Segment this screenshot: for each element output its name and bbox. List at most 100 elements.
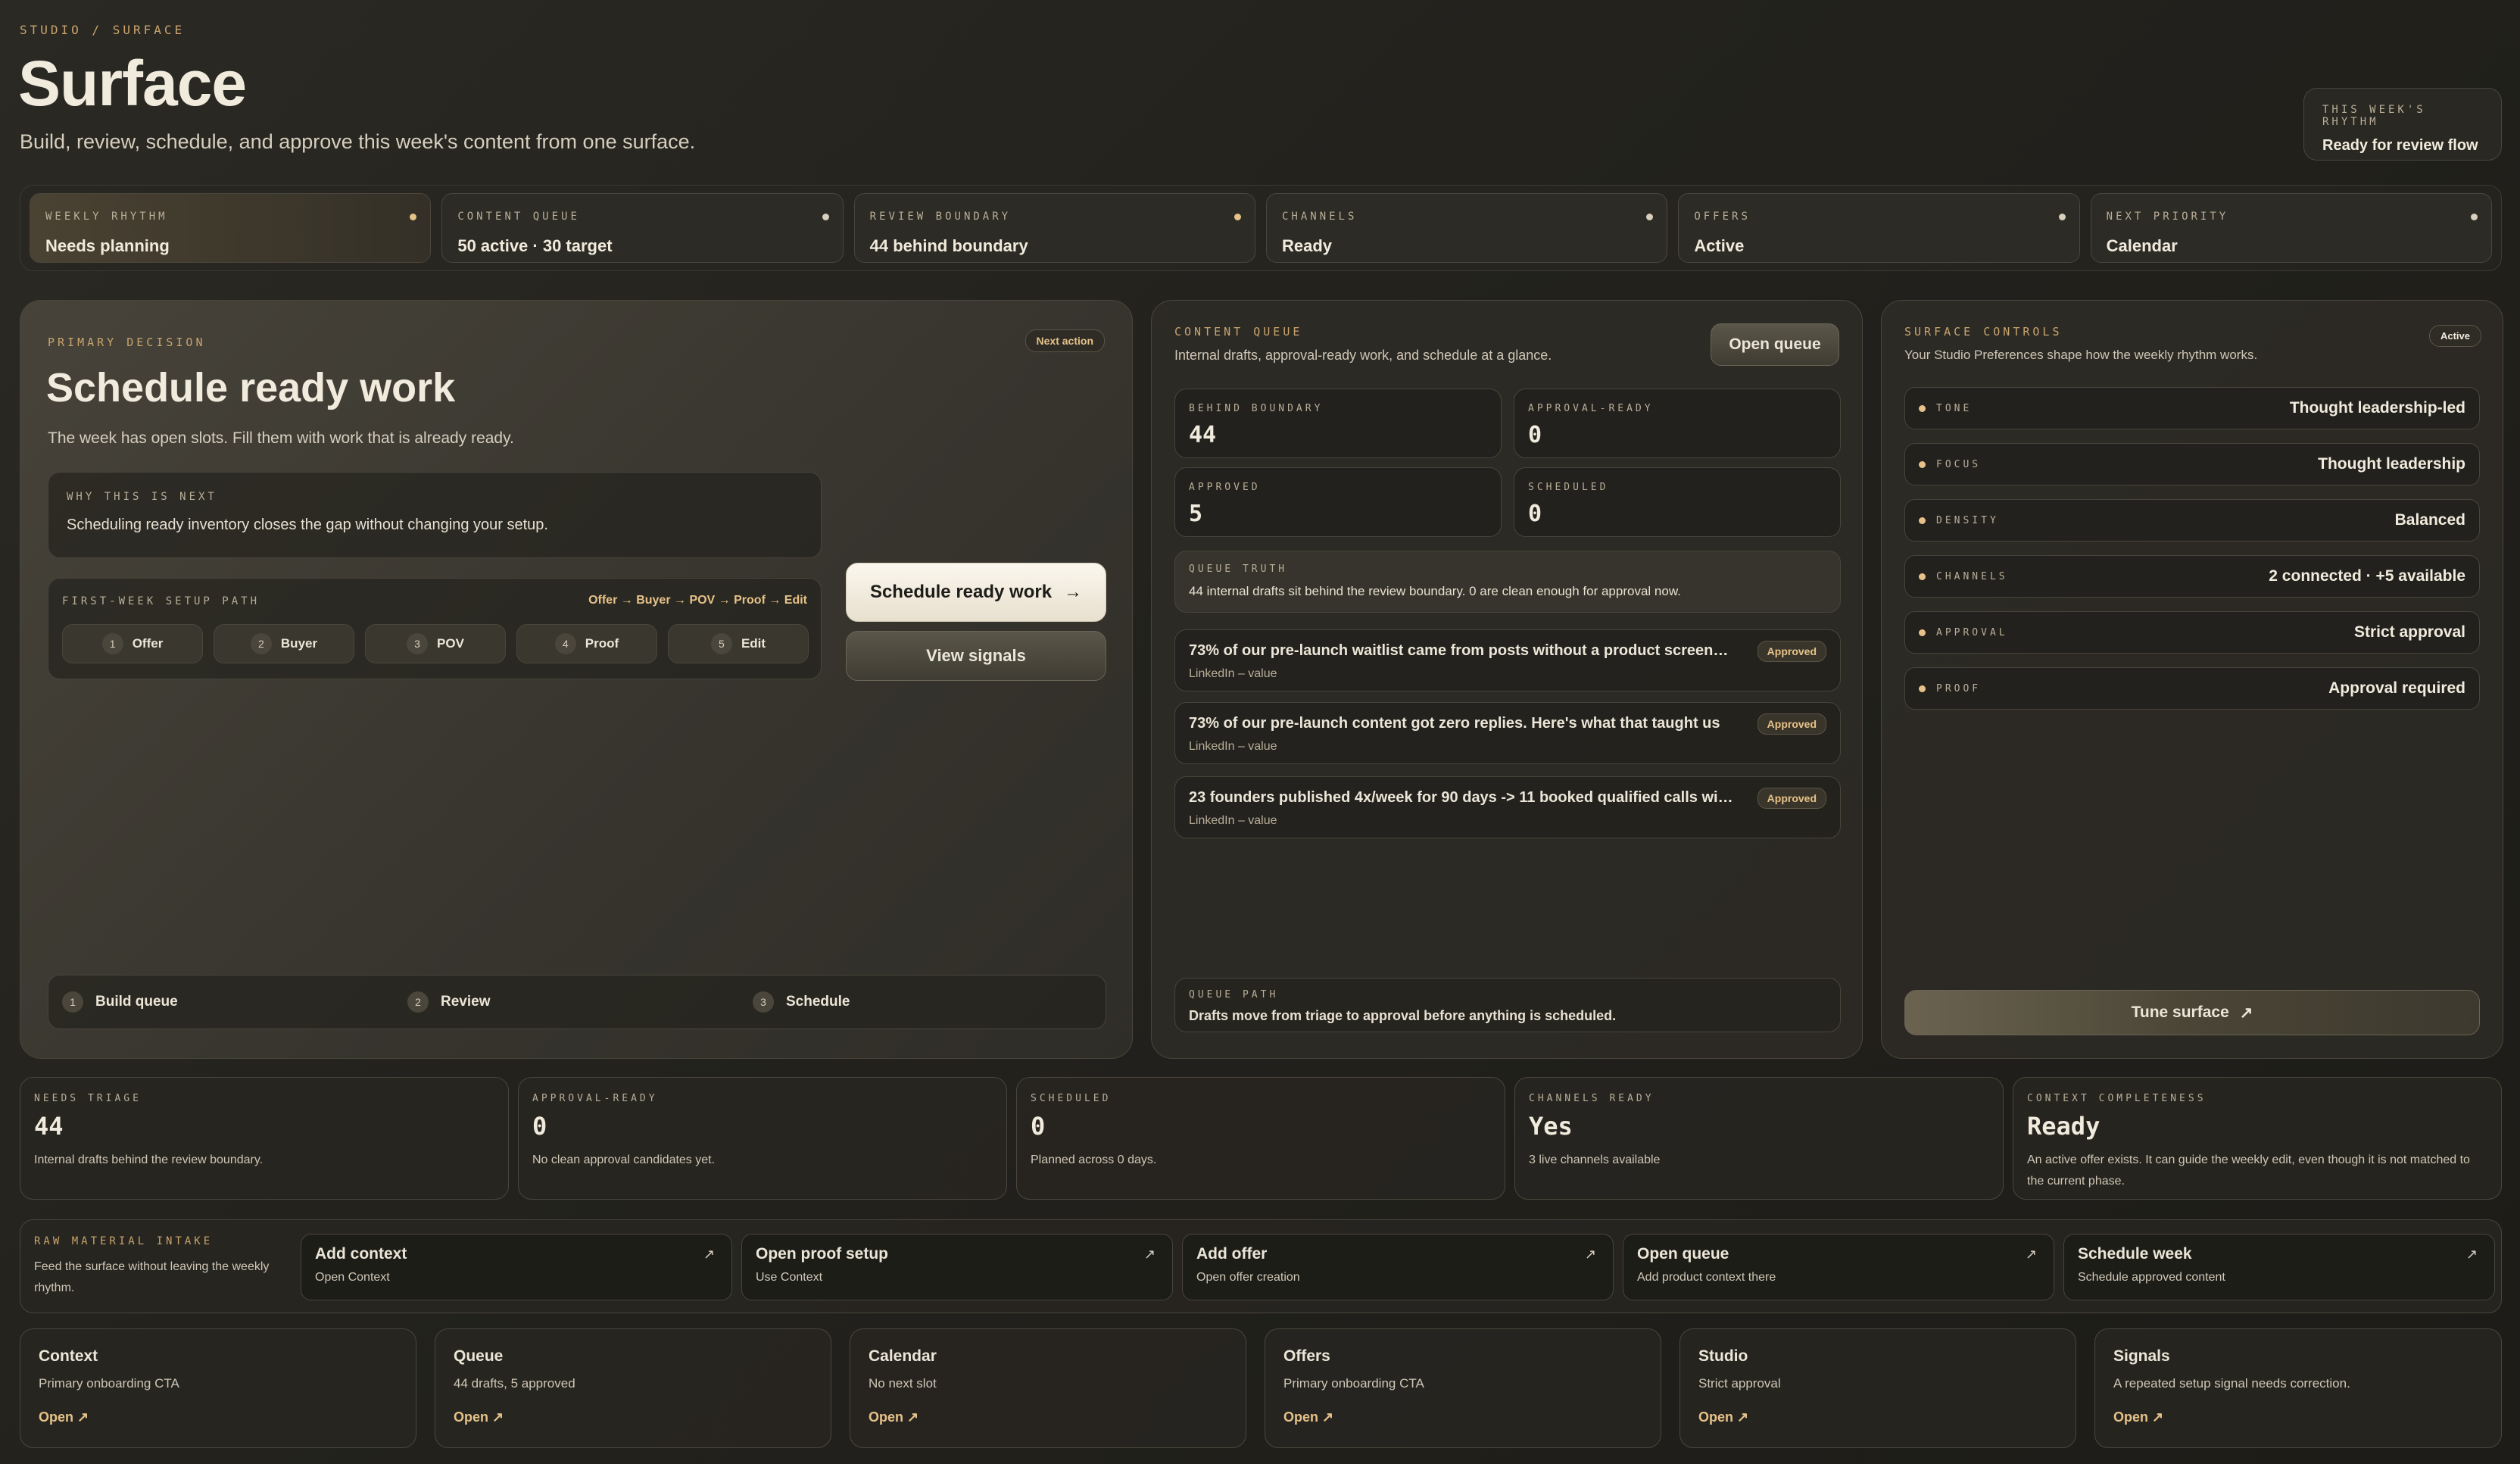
arrow-up-right-icon: ↗ (2025, 1247, 2037, 1262)
step-label: Offer (132, 636, 164, 651)
control-key: FOCUS (1936, 458, 1982, 470)
step-number: 1 (101, 633, 123, 654)
setup-step-pov[interactable]: 3 POV (365, 624, 506, 663)
flow-label: Schedule (786, 994, 850, 1010)
kpi-sub: Planned across 0 days. (1031, 1153, 1157, 1166)
next-action-badge: Next action (1025, 329, 1105, 352)
action-sub: Open Context (315, 1271, 390, 1284)
control-value: Thought leadership (2318, 455, 2465, 473)
open-link[interactable]: Open ↗ (2113, 1409, 2483, 1425)
control-key: PROOF (1936, 682, 1982, 695)
metric-label: APPROVED (1189, 482, 1261, 493)
control-approval[interactable]: APPROVAL Strict approval (1904, 611, 2480, 654)
surface-controls-panel: SURFACE CONTROLS Active Your Studio Pref… (1881, 300, 2503, 1059)
setup-step-offer[interactable]: 1 Offer (62, 624, 203, 663)
status-dot-icon (822, 214, 829, 220)
open-link[interactable]: Open ↗ (869, 1409, 1227, 1425)
status-content-queue[interactable]: CONTENT QUEUE 50 active · 30 target (441, 193, 844, 263)
queue-item[interactable]: 73% of our pre-launch content got zero r… (1174, 702, 1841, 764)
flow-step-review[interactable]: 2 Review (407, 991, 753, 1013)
intake-label: RAW MATERIAL INTAKE (34, 1235, 214, 1247)
page-title: Surface (18, 48, 247, 119)
nav-card-context[interactable]: Context Primary onboarding CTA Open ↗ (20, 1328, 416, 1448)
setup-step-buyer[interactable]: 2 Buyer (214, 624, 354, 663)
control-key: DENSITY (1936, 514, 1999, 526)
control-value: Balanced (2394, 511, 2465, 529)
setup-step-proof[interactable]: 4 Proof (516, 624, 657, 663)
step-label: Edit (741, 636, 766, 651)
queue-label: CONTENT QUEUE (1174, 325, 1303, 339)
dot-icon (1919, 629, 1926, 636)
control-tone[interactable]: TONE Thought leadership-led (1904, 387, 2480, 429)
truth-text: 44 internal drafts sit behind the review… (1189, 584, 1681, 598)
status-offers[interactable]: OFFERS Active (1678, 193, 2080, 263)
setup-label: FIRST-WEEK SETUP PATH (62, 595, 260, 607)
kpi-label: CHANNELS READY (1529, 1093, 1655, 1104)
metric-label: BEHIND BOUNDARY (1189, 403, 1324, 414)
arrow-up-right-icon: ↗ (703, 1247, 715, 1262)
step-label: Proof (585, 636, 619, 651)
kpi-label: SCHEDULED (1031, 1093, 1112, 1104)
control-value: 2 connected · +5 available (2269, 567, 2465, 585)
queue-item-channel: LinkedIn – value (1189, 814, 1277, 827)
queue-item[interactable]: 23 founders published 4x/week for 90 day… (1174, 776, 1841, 838)
status-dot-icon (1233, 214, 1241, 220)
open-link[interactable]: Open ↗ (1698, 1409, 2057, 1425)
kpi-value: Ready (2027, 1112, 2101, 1141)
add-context-action[interactable]: Add context Open Context ↗ (301, 1234, 732, 1300)
step-number: 4 (554, 633, 576, 654)
setup-step-edit[interactable]: 5 Edit (668, 624, 809, 663)
control-density[interactable]: DENSITY Balanced (1904, 499, 2480, 542)
nav-card-signals[interactable]: Signals A repeated setup signal needs cor… (2094, 1328, 2502, 1448)
nav-title: Calendar (869, 1347, 937, 1365)
nav-card-studio[interactable]: Studio Strict approval Open ↗ (1679, 1328, 2076, 1448)
action-title: Open queue (1637, 1245, 1729, 1263)
metric-value: 0 (1528, 422, 1542, 448)
status-channels[interactable]: CHANNELS Ready (1265, 193, 1668, 263)
view-signals-button[interactable]: View signals (846, 631, 1106, 681)
approved-badge: Approved (1757, 641, 1826, 662)
open-queue-action[interactable]: Open queue Add product context there ↗ (1623, 1234, 2054, 1300)
metric-approved: APPROVED 5 (1174, 467, 1502, 537)
setup-path-text: Offer → Buyer → POV → Proof → Edit (588, 594, 807, 607)
rhythm-label: THIS WEEK'S RHYTHM (2322, 104, 2426, 128)
control-focus[interactable]: FOCUS Thought leadership (1904, 443, 2480, 485)
status-dot-icon (410, 214, 417, 220)
control-value: Approval required (2328, 679, 2465, 697)
status-value: Active (1694, 236, 1745, 255)
active-badge: Active (2428, 325, 2481, 347)
kpi-sub: 3 live channels available (1529, 1153, 1661, 1166)
control-proof[interactable]: PROOF Approval required (1904, 667, 2480, 710)
flow-step-schedule[interactable]: 3 Schedule (753, 991, 850, 1013)
nav-title: Studio (1698, 1347, 1748, 1365)
status-review-boundary[interactable]: REVIEW BOUNDARY 44 behind boundary (853, 193, 1255, 263)
schedule-ready-work-button[interactable]: Schedule ready work → (846, 563, 1106, 622)
control-key: TONE (1936, 402, 1973, 414)
queue-item[interactable]: 73% of our pre-launch waitlist came from… (1174, 629, 1841, 691)
primary-title: Schedule ready work (46, 365, 456, 410)
flow-step-build-queue[interactable]: 1 Build queue (62, 991, 407, 1013)
nav-card-queue[interactable]: Queue 44 drafts, 5 approved Open ↗ (435, 1328, 831, 1448)
queue-item-title: 73% of our pre-launch content got zero r… (1189, 715, 1720, 732)
queue-item-title: 23 founders published 4x/week for 90 day… (1189, 789, 1734, 806)
open-link[interactable]: Open ↗ (454, 1409, 812, 1425)
open-link[interactable]: Open ↗ (1283, 1409, 1642, 1425)
status-weekly-rhythm[interactable]: WEEKLY RHYTHM Needs planning (30, 193, 432, 263)
open-proof-setup-action[interactable]: Open proof setup Use Context ↗ (741, 1234, 1173, 1300)
kpi-sub: Internal drafts behind the review bounda… (34, 1153, 264, 1166)
action-title: Schedule week (2078, 1245, 2192, 1263)
add-offer-action[interactable]: Add offer Open offer creation ↗ (1182, 1234, 1614, 1300)
nav-card-offers[interactable]: Offers Primary onboarding CTA Open ↗ (1265, 1328, 1661, 1448)
status-value: Calendar (2106, 236, 2178, 255)
nav-title: Signals (2113, 1347, 2170, 1365)
primary-decision-panel: PRIMARY DECISION Next action Schedule re… (20, 300, 1133, 1059)
open-queue-button[interactable]: Open queue (1711, 323, 1839, 366)
schedule-week-action[interactable]: Schedule week Schedule approved content ↗ (2063, 1234, 2495, 1300)
open-link[interactable]: Open ↗ (39, 1409, 398, 1425)
status-next-priority[interactable]: NEXT PRIORITY Calendar (2090, 193, 2492, 263)
nav-title: Context (39, 1347, 98, 1365)
why-label: WHY THIS IS NEXT (67, 491, 217, 503)
tune-surface-button[interactable]: Tune surface ↗ (1904, 990, 2480, 1035)
nav-card-calendar[interactable]: Calendar No next slot Open ↗ (850, 1328, 1246, 1448)
control-channels[interactable]: CHANNELS 2 connected · +5 available (1904, 555, 2480, 598)
